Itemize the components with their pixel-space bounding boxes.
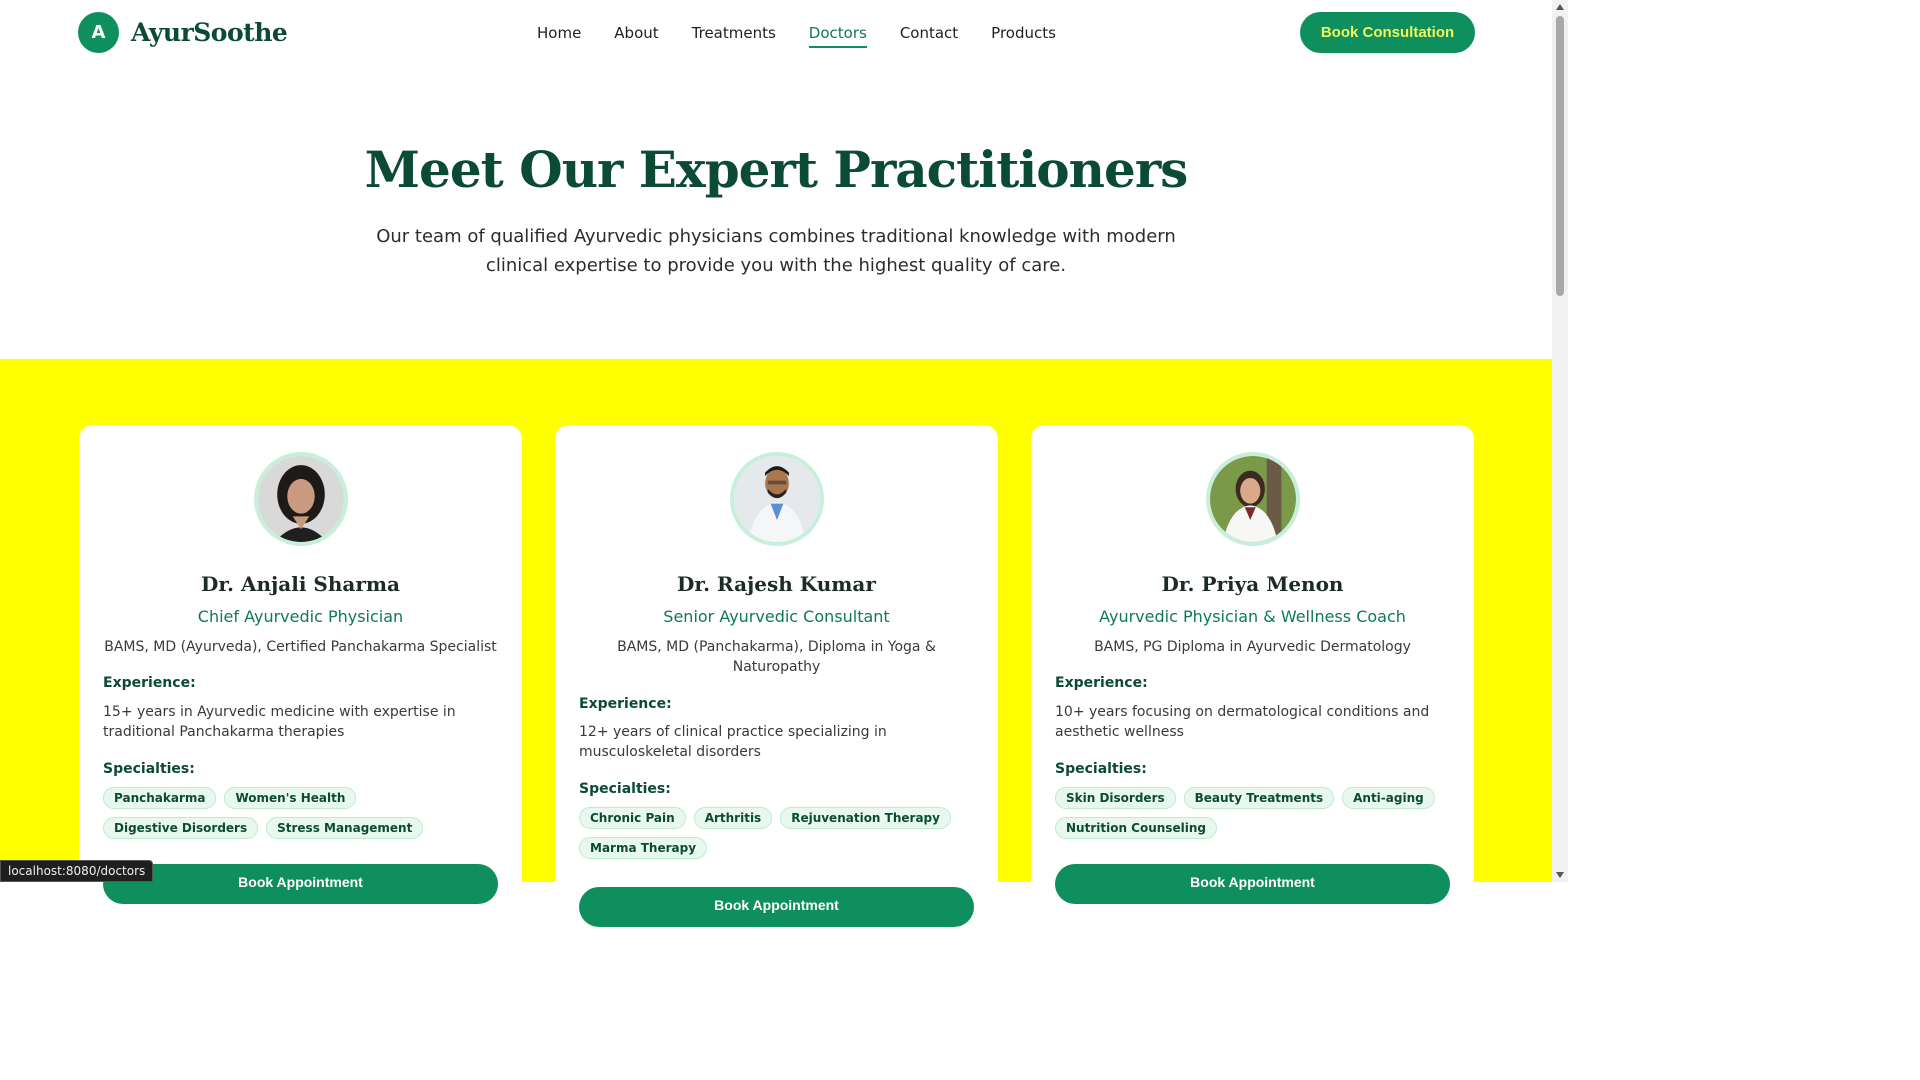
specialty-tag: Digestive Disorders (103, 817, 259, 839)
nav-products[interactable]: Products (991, 24, 1056, 48)
specialty-tag: Stress Management (266, 817, 424, 839)
specialties-label: Specialties: (1055, 761, 1147, 777)
doctor-card: Dr. Rajesh Kumar Senior Ayurvedic Consul… (555, 425, 998, 927)
brand-name: AyurSoothe (131, 18, 288, 47)
experience-label: Experience: (103, 675, 196, 691)
doctor-name: Dr. Anjali Sharma (201, 572, 400, 596)
specialty-tag: Anti-aging (1342, 787, 1435, 809)
page-subtitle: Our team of qualified Ayurvedic physicia… (376, 226, 1176, 276)
scrollbar-thumb[interactable] (1556, 16, 1564, 296)
doctor-name: Dr. Rajesh Kumar (677, 572, 876, 596)
main-nav: Home About Treatments Doctors Contact Pr… (537, 24, 1056, 48)
specialty-tag: Arthritis (693, 807, 773, 829)
experience-text: 10+ years focusing on dermatological con… (1055, 704, 1430, 740)
experience-text: 12+ years of clinical practice specializ… (579, 724, 887, 760)
doctor-qualifications: BAMS, MD (Panchakarma), Diploma in Yoga … (617, 639, 936, 675)
doctor-photo (1206, 452, 1300, 546)
book-consultation-button[interactable]: Book Consultation (1300, 12, 1475, 53)
doctor-role: Chief Ayurvedic Physician (197, 607, 404, 626)
nav-treatments[interactable]: Treatments (692, 24, 776, 48)
specialty-tag: Skin Disorders (1055, 787, 1176, 809)
book-appointment-button[interactable]: Book Appointment (579, 887, 974, 927)
specialties-list: Panchakarma Women's Health Digestive Dis… (103, 787, 503, 839)
doctor-photo (730, 452, 824, 546)
book-appointment-button[interactable]: Book Appointment (103, 864, 498, 904)
doctor-card: Dr. Priya Menon Ayurvedic Physician & We… (1031, 425, 1474, 904)
doctor-role: Ayurvedic Physician & Wellness Coach (1099, 607, 1406, 626)
experience-text: 15+ years in Ayurvedic medicine with exp… (103, 704, 456, 740)
logo[interactable]: A AyurSoothe (78, 12, 288, 53)
experience-label: Experience: (1055, 675, 1148, 691)
specialties-label: Specialties: (103, 761, 195, 777)
experience-label: Experience: (579, 696, 672, 712)
doctor-qualifications: BAMS, MD (Ayurveda), Certified Panchakar… (104, 639, 497, 655)
specialty-tag: Women's Health (224, 787, 357, 809)
specialty-tag: Panchakarma (103, 787, 217, 809)
status-bar-url: localhost:8080/doctors (0, 860, 154, 882)
doctor-photo (254, 452, 348, 546)
specialty-tag: Beauty Treatments (1183, 787, 1335, 809)
nav-doctors[interactable]: Doctors (808, 24, 867, 48)
vertical-scrollbar[interactable] (1552, 0, 1568, 882)
specialty-tag: Nutrition Counseling (1055, 817, 1217, 839)
doctor-card: Dr. Anjali Sharma Chief Ayurvedic Physic… (79, 425, 522, 904)
specialties-list: Chronic Pain Arthritis Rejuvenation Ther… (579, 807, 979, 859)
scroll-up-arrow-icon[interactable] (1556, 4, 1564, 10)
nav-contact[interactable]: Contact (900, 24, 958, 48)
book-appointment-button[interactable]: Book Appointment (1055, 864, 1450, 904)
specialties-list: Skin Disorders Beauty Treatments Anti-ag… (1055, 787, 1455, 839)
page-title: Meet Our Expert Practitioners (364, 140, 1189, 199)
site-header: A AyurSoothe Home About Treatments Docto… (0, 0, 1552, 66)
doctor-qualifications: BAMS, PG Diploma in Ayurvedic Dermatolog… (1094, 639, 1411, 655)
specialty-tag: Chronic Pain (579, 807, 686, 829)
specialties-label: Specialties: (579, 781, 671, 797)
doctor-name: Dr. Priya Menon (1161, 572, 1344, 596)
specialty-tag: Rejuvenation Therapy (780, 807, 951, 829)
nav-about[interactable]: About (614, 24, 658, 48)
nav-home[interactable]: Home (537, 24, 581, 48)
doctor-role: Senior Ayurvedic Consultant (663, 607, 890, 626)
scroll-down-arrow-icon[interactable] (1556, 872, 1564, 878)
logo-mark: A (78, 12, 119, 53)
specialty-tag: Marma Therapy (579, 837, 708, 859)
